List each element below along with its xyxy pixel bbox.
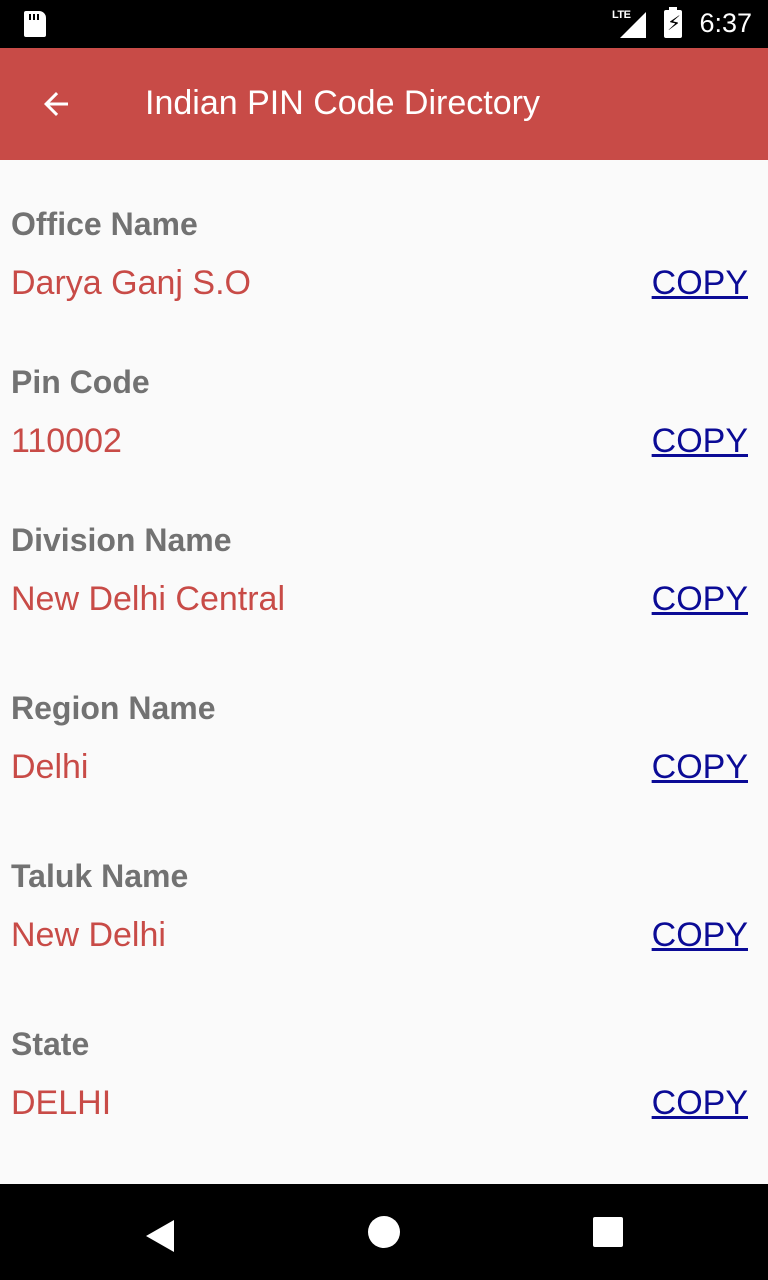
field-label: Region Name	[11, 690, 216, 726]
nav-back-icon[interactable]	[146, 1220, 174, 1252]
lte-signal-icon	[620, 12, 646, 38]
arrow-back-icon	[44, 92, 68, 116]
field-label: Pin Code	[11, 364, 150, 400]
back-button[interactable]	[30, 78, 82, 130]
copy-region-name-button[interactable]: COPY	[652, 748, 748, 787]
copy-division-name-button[interactable]: COPY	[652, 580, 748, 619]
copy-pin-code-button[interactable]: COPY	[652, 422, 748, 461]
copy-state-button[interactable]: COPY	[652, 1084, 748, 1123]
nav-home-icon[interactable]	[368, 1216, 400, 1248]
field-value: New Delhi Central	[11, 580, 285, 618]
copy-taluk-name-button[interactable]: COPY	[652, 916, 748, 955]
battery-charging-icon: ⚡	[664, 7, 682, 38]
field-value: Delhi	[11, 748, 89, 786]
field-label: Office Name	[11, 206, 198, 242]
field-value: DELHI	[11, 1084, 112, 1122]
field-value: Darya Ganj S.O	[11, 264, 251, 302]
copy-office-name-button[interactable]: COPY	[652, 264, 748, 303]
field-label: Division Name	[11, 522, 232, 558]
clock: 6:37	[699, 8, 752, 38]
sd-card-icon	[24, 11, 46, 37]
app-title: Indian PIN Code Directory	[145, 84, 540, 122]
field-label: State	[11, 1026, 90, 1062]
navigation-bar	[0, 1184, 768, 1280]
status-bar: LTE ⚡ 6:37	[0, 0, 768, 48]
field-value: New Delhi	[11, 916, 166, 954]
field-label: Taluk Name	[11, 858, 189, 894]
app-bar: Indian PIN Code Directory	[0, 48, 768, 160]
field-value: 110002	[11, 422, 122, 460]
nav-recents-icon[interactable]	[593, 1217, 623, 1247]
